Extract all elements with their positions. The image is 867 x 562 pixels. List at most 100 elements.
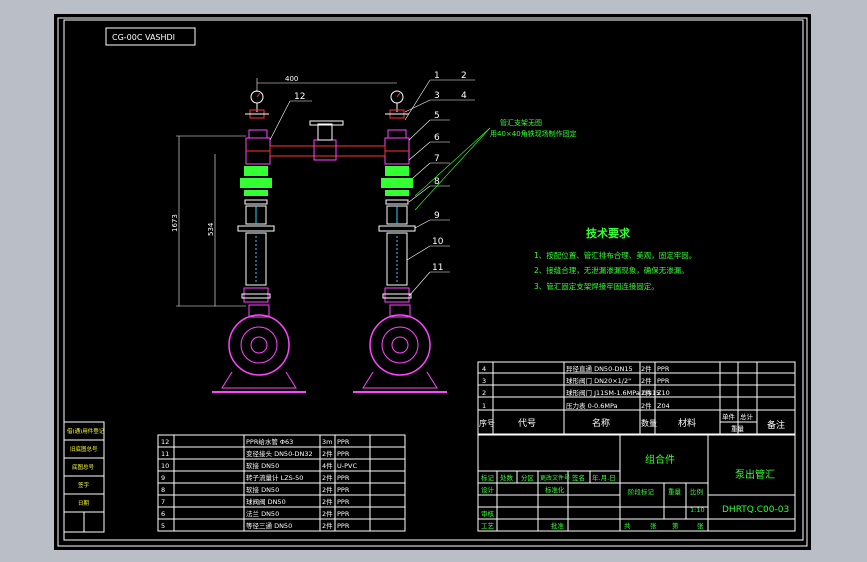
svg-text:球阀阀 DN50: 球阀阀 DN50: [246, 497, 286, 506]
svg-text:PPR: PPR: [337, 510, 350, 518]
tb-this-sheet: 第: [672, 521, 679, 530]
svg-text:2件: 2件: [322, 473, 333, 482]
tb-approve: 批准: [551, 521, 565, 530]
svg-text:数量: 数量: [641, 418, 657, 428]
svg-text:PPR: PPR: [337, 450, 350, 458]
leader-11: 11: [432, 263, 443, 273]
tb-sheet-2: 张: [697, 521, 704, 530]
leader-8: 8: [434, 177, 440, 187]
svg-text:2件: 2件: [322, 449, 333, 458]
svg-text:PPR: PPR: [657, 377, 670, 385]
tb-review: 审核: [481, 509, 495, 518]
svg-text:12: 12: [161, 438, 169, 446]
svg-text:2件: 2件: [641, 376, 652, 385]
svg-text:总计: 总计: [740, 412, 754, 421]
svg-text:备注: 备注: [767, 419, 785, 431]
tb-standardize: 标准化: [545, 485, 565, 494]
svg-text:6: 6: [161, 510, 165, 518]
leader-3: 3: [434, 91, 440, 101]
leader-2: 2: [461, 71, 467, 81]
svg-text:Z10: Z10: [657, 389, 670, 397]
svg-text:PPR给水管 Φ63: PPR给水管 Φ63: [246, 437, 293, 446]
svg-text:材料: 材料: [678, 417, 696, 429]
tb-change-doc: 更改文件号: [540, 474, 570, 482]
svg-text:Z04: Z04: [657, 402, 670, 410]
leader-10: 10: [432, 237, 444, 247]
svg-text:4件: 4件: [322, 461, 333, 470]
tb-sheet-1: 张: [650, 521, 657, 530]
drawing-number: DHRTQ.C00-03: [722, 505, 789, 515]
svg-text:PPR: PPR: [337, 498, 350, 506]
tb-date: 年.月.日: [592, 473, 616, 482]
side-row-1: 借(通)用件登记: [67, 427, 105, 435]
svg-text:5: 5: [161, 522, 165, 530]
svg-text:序号: 序号: [479, 418, 495, 428]
svg-text:法兰 DN50: 法兰 DN50: [246, 509, 279, 518]
tech-title: 技术要求: [586, 226, 631, 240]
leader-9: 9: [434, 211, 440, 221]
tb-zone: 分区: [521, 473, 535, 482]
dim-left-inner: 534: [207, 222, 215, 236]
code-box-text: CG-00C VASHDI: [112, 33, 175, 42]
left-ball-valve: [244, 166, 268, 176]
tb-scale-value: 1:10: [690, 506, 705, 514]
leader-6: 6: [434, 133, 440, 143]
tb-sign: 签名: [572, 473, 585, 482]
tech-item-2: 2、接缝合理，无泄漏渗漏现象，确保无渗漏。: [534, 265, 689, 275]
tb-count: 处数: [500, 473, 514, 482]
leader-5: 5: [434, 111, 440, 121]
tb-scale-label: 比例: [690, 487, 703, 496]
svg-text:3m: 3m: [322, 438, 332, 446]
support-note-line1: 管汇支架无图: [500, 118, 542, 127]
svg-text:转子流量计 LZS-50: 转子流量计 LZS-50: [246, 473, 303, 482]
tech-item-1: 1、按配位置、管汇排布合理、美观，固定牢固。: [534, 250, 696, 260]
leader-12: 12: [294, 92, 305, 102]
svg-text:压力表 0-0.6MPa: 压力表 0-0.6MPa: [566, 401, 618, 410]
svg-text:3: 3: [482, 377, 486, 385]
svg-text:2: 2: [482, 389, 486, 397]
svg-text:PPR: PPR: [337, 522, 350, 530]
svg-text:7: 7: [161, 498, 165, 506]
svg-text:10: 10: [161, 462, 169, 470]
svg-text:等径三通 DN50: 等径三通 DN50: [246, 521, 292, 530]
tb-design: 设计: [481, 485, 495, 494]
tb-process: 工艺: [481, 522, 495, 530]
leader-7: 7: [434, 154, 440, 164]
svg-text:U-PVC: U-PVC: [337, 462, 357, 470]
dim-top-label: 400: [285, 75, 298, 83]
tb-stage-mark: 阶段标记: [628, 487, 655, 496]
leader-1: 1: [434, 71, 440, 81]
svg-text:PPR: PPR: [337, 486, 350, 494]
svg-text:2件: 2件: [641, 364, 652, 373]
svg-text:变径接头 DN50-DN32: 变径接头 DN50-DN32: [246, 449, 313, 458]
drawing-name: 泵出管汇: [735, 468, 775, 481]
svg-text:PPR: PPR: [337, 474, 350, 482]
side-row-3: 底图总号: [72, 463, 95, 471]
svg-text:名称: 名称: [592, 417, 610, 429]
cad-drawing-canvas: CG-00C VASHDI 400 1673 534 1 2 3 4 5 6 7…: [54, 14, 811, 550]
side-row-4: 签字: [78, 481, 90, 489]
svg-text:异径直通 DN50-DN15: 异径直通 DN50-DN15: [566, 364, 633, 373]
svg-text:9: 9: [161, 474, 165, 482]
leader-4: 4: [461, 91, 467, 101]
tb-mark: 标记: [481, 473, 495, 482]
side-row-2: 旧底图总号: [70, 445, 98, 453]
assembly-label: 组合件: [645, 453, 675, 466]
svg-text:8: 8: [161, 486, 165, 494]
svg-text:PPR: PPR: [657, 365, 670, 373]
support-note-line2: 用40×40角铁现场制作固定: [490, 129, 577, 138]
right-ball-valve: [385, 166, 409, 176]
svg-text:重量: 重量: [731, 425, 745, 433]
svg-text:1: 1: [482, 402, 486, 410]
svg-text:球形阀门 DN20×1/2": 球形阀门 DN20×1/2": [566, 376, 631, 385]
svg-text:2件: 2件: [322, 521, 333, 530]
tech-item-3: 3、管汇固定支架焊接牢固连接固定。: [534, 281, 659, 291]
svg-text:代号: 代号: [518, 418, 536, 429]
svg-text:单件: 单件: [722, 412, 736, 421]
svg-text:2件: 2件: [322, 485, 333, 494]
svg-text:PPR: PPR: [337, 438, 350, 446]
svg-text:4: 4: [482, 365, 486, 373]
tb-total-sheets: 共: [624, 521, 631, 530]
svg-text:2件: 2件: [322, 509, 333, 518]
svg-text:软接 DN50: 软接 DN50: [246, 461, 279, 470]
